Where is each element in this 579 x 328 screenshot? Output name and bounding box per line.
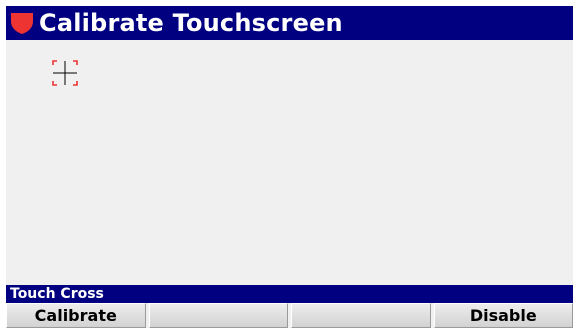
disable-button[interactable]: Disable bbox=[433, 303, 573, 328]
shield-icon bbox=[9, 11, 35, 35]
calibrate-button[interactable]: Calibrate bbox=[6, 303, 146, 328]
softkey-3[interactable] bbox=[291, 303, 431, 328]
title-bar: Calibrate Touchscreen bbox=[6, 6, 573, 40]
crosshair-icon[interactable] bbox=[52, 60, 78, 86]
status-bar: Touch Cross bbox=[6, 285, 573, 303]
page-title: Calibrate Touchscreen bbox=[39, 9, 343, 37]
softkey-bar: Calibrate Disable bbox=[6, 303, 573, 328]
calibration-screen: Calibrate Touchscreen Touch Cross Calibr… bbox=[6, 6, 573, 328]
calibration-area[interactable] bbox=[6, 40, 573, 285]
softkey-2[interactable] bbox=[148, 303, 288, 328]
status-text: Touch Cross bbox=[10, 286, 104, 302]
